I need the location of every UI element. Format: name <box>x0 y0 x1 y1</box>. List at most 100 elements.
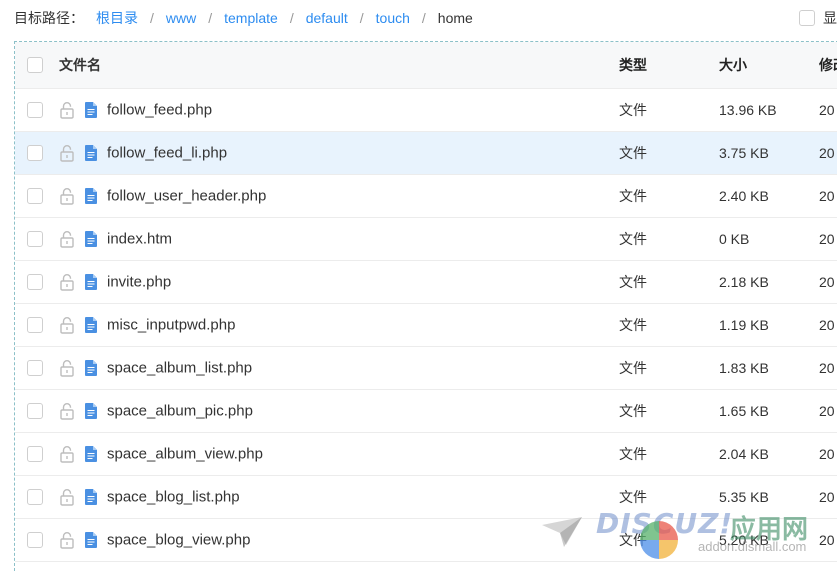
file-table: 文件名 类型 大小 修改 follow_feed.php 文件 13.96 KB 20… <box>14 41 837 571</box>
row-checkbox[interactable] <box>27 360 43 376</box>
row-checkbox[interactable] <box>27 446 43 462</box>
file-mtime: 20 <box>819 489 835 505</box>
file-document-icon <box>85 231 97 247</box>
file-size: 2.40 KB <box>719 188 769 204</box>
unlocked-padlock-icon[interactable] <box>59 445 75 463</box>
file-document-icon <box>85 403 97 419</box>
column-header-mtime[interactable]: 修改 <box>819 55 837 75</box>
file-size: 1.65 KB <box>719 403 769 419</box>
breadcrumb-item-template[interactable]: template <box>224 10 278 26</box>
unlocked-padlock-icon[interactable] <box>59 488 75 506</box>
file-document-icon <box>85 102 97 118</box>
file-name-link[interactable]: follow_user_header.php <box>107 188 266 205</box>
file-mtime: 20 <box>819 102 835 118</box>
row-checkbox[interactable] <box>27 188 43 204</box>
select-all-checkbox[interactable] <box>27 57 43 73</box>
file-type: 文件 <box>619 145 647 161</box>
row-checkbox[interactable] <box>27 102 43 118</box>
file-type: 文件 <box>619 446 647 462</box>
file-type: 文件 <box>619 489 647 505</box>
file-name-link[interactable]: space_album_list.php <box>107 360 252 377</box>
unlocked-padlock-icon[interactable] <box>59 359 75 377</box>
row-checkbox[interactable] <box>27 274 43 290</box>
unlocked-padlock-icon[interactable] <box>59 531 75 549</box>
table-header: 文件名 类型 大小 修改 <box>15 42 837 89</box>
file-mtime: 20 <box>819 145 835 161</box>
file-document-icon <box>85 188 97 204</box>
file-type: 文件 <box>619 532 647 548</box>
row-checkbox[interactable] <box>27 489 43 505</box>
breadcrumb-item-touch[interactable]: touch <box>376 10 410 26</box>
table-row[interactable]: follow_feed_li.php 文件 3.75 KB 20 <box>15 132 837 175</box>
file-mtime: 20 <box>819 532 835 548</box>
file-document-icon <box>85 446 97 462</box>
file-document-icon <box>85 145 97 161</box>
unlocked-padlock-icon[interactable] <box>59 101 75 119</box>
show-option-checkbox[interactable] <box>799 10 815 26</box>
file-mtime: 20 <box>819 188 835 204</box>
file-type: 文件 <box>619 360 647 376</box>
breadcrumb-label: 目标路径： <box>14 10 84 26</box>
table-row[interactable]: follow_user_header.php 文件 2.40 KB 20 <box>15 175 837 218</box>
table-row[interactable]: follow_feed.php 文件 13.96 KB 20 <box>15 89 837 132</box>
table-row[interactable]: invite.php 文件 2.18 KB 20 <box>15 261 837 304</box>
row-checkbox[interactable] <box>27 403 43 419</box>
table-row[interactable]: space_blog_view.php 文件 5.20 KB 20 <box>15 519 837 562</box>
file-document-icon <box>85 274 97 290</box>
file-name-link[interactable]: misc_inputpwd.php <box>107 317 235 334</box>
file-name-link[interactable]: space_blog_list.php <box>107 489 240 506</box>
file-mtime: 20 <box>819 446 835 462</box>
file-document-icon <box>85 317 97 333</box>
table-row[interactable]: index.htm 文件 0 KB 20 <box>15 218 837 261</box>
file-mtime: 20 <box>819 360 835 376</box>
table-row[interactable]: space_album_view.php 文件 2.04 KB 20 <box>15 433 837 476</box>
file-name-link[interactable]: invite.php <box>107 274 171 291</box>
table-row[interactable]: space_album_list.php 文件 1.83 KB 20 <box>15 347 837 390</box>
breadcrumb-separator: / <box>150 10 154 26</box>
file-name-link[interactable]: follow_feed.php <box>107 102 212 119</box>
file-size: 5.20 KB <box>719 532 769 548</box>
table-row[interactable]: misc_inputpwd.php 文件 1.19 KB 20 <box>15 304 837 347</box>
table-row[interactable]: space_blog_list.php 文件 5.35 KB 20 <box>15 476 837 519</box>
breadcrumb-separator: / <box>208 10 213 26</box>
file-name-link[interactable]: space_album_view.php <box>107 446 263 463</box>
file-size: 2.18 KB <box>719 274 769 290</box>
show-option-label: 显 <box>823 10 837 26</box>
file-type: 文件 <box>619 102 647 118</box>
column-header-type[interactable]: 类型 <box>619 55 647 75</box>
unlocked-padlock-icon[interactable] <box>59 273 75 291</box>
file-mtime: 20 <box>819 274 835 290</box>
file-name-link[interactable]: index.htm <box>107 231 172 248</box>
file-size: 13.96 KB <box>719 102 777 118</box>
file-type: 文件 <box>619 188 647 204</box>
breadcrumb-item-www[interactable]: www <box>166 10 196 26</box>
breadcrumb-item-root[interactable]: 根目录 <box>96 8 138 28</box>
breadcrumb: 目标路径： 根目录 / www / template / default / t… <box>0 0 837 36</box>
unlocked-padlock-icon[interactable] <box>59 230 75 248</box>
show-option[interactable]: 显 <box>799 8 837 28</box>
file-type: 文件 <box>619 403 647 419</box>
breadcrumb-separator: / <box>359 10 364 26</box>
unlocked-padlock-icon[interactable] <box>59 402 75 420</box>
breadcrumb-item-default[interactable]: default <box>306 10 348 26</box>
file-name-link[interactable]: space_album_pic.php <box>107 403 253 420</box>
row-checkbox[interactable] <box>27 231 43 247</box>
file-type: 文件 <box>619 231 647 247</box>
row-checkbox[interactable] <box>27 317 43 333</box>
unlocked-padlock-icon[interactable] <box>59 316 75 334</box>
table-row[interactable]: space_album_pic.php 文件 1.65 KB 20 <box>15 390 837 433</box>
file-document-icon <box>85 489 97 505</box>
unlocked-padlock-icon[interactable] <box>59 144 75 162</box>
file-size: 2.04 KB <box>719 446 769 462</box>
column-header-name[interactable]: 文件名 <box>59 55 101 75</box>
file-type: 文件 <box>619 317 647 333</box>
file-mtime: 20 <box>819 403 835 419</box>
column-header-size[interactable]: 大小 <box>719 55 747 75</box>
breadcrumb-separator: / <box>421 10 426 26</box>
row-checkbox[interactable] <box>27 145 43 161</box>
row-checkbox[interactable] <box>27 532 43 548</box>
file-name-link[interactable]: follow_feed_li.php <box>107 145 227 162</box>
unlocked-padlock-icon[interactable] <box>59 187 75 205</box>
file-name-link[interactable]: space_blog_view.php <box>107 532 250 549</box>
file-document-icon <box>85 360 97 376</box>
